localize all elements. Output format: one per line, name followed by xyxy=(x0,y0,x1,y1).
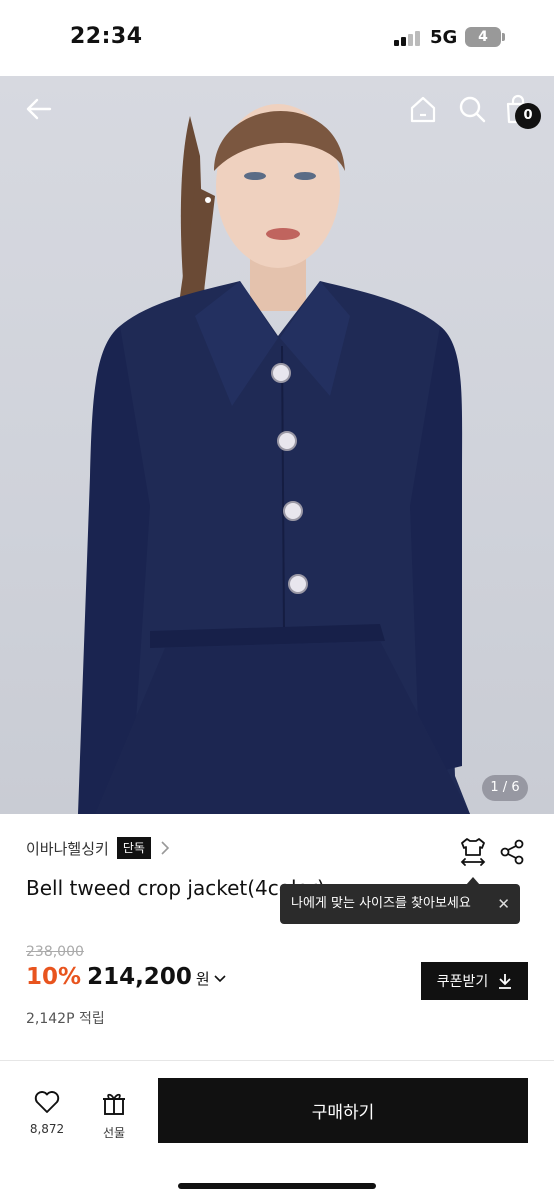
tooltip-text: 나에게 맞는 사이즈를 찾아보세요 xyxy=(291,896,471,911)
chevron-down-icon[interactable] xyxy=(214,974,226,984)
exclusive-badge: 단독 xyxy=(116,837,151,859)
size-guide-icon[interactable] xyxy=(458,836,488,868)
like-button[interactable]: 8,872 xyxy=(22,1090,72,1138)
brand-row[interactable]: 이바나헬싱키 단독 xyxy=(26,836,171,860)
coupon-label: 쿠폰받기 xyxy=(436,974,489,990)
brand-name[interactable]: 이바나헬싱키 xyxy=(26,838,109,859)
back-arrow-icon[interactable] xyxy=(24,94,54,124)
price-row: 10% 214,200 원 xyxy=(26,964,226,998)
image-page-counter: 1 / 6 xyxy=(482,775,528,801)
size-tooltip: 나에게 맞는 사이즈를 찾아보세요 ✕ xyxy=(280,884,520,924)
network-type: 5G xyxy=(430,27,458,48)
close-icon[interactable]: ✕ xyxy=(497,884,510,924)
buy-button[interactable]: 구매하기 xyxy=(158,1078,528,1143)
battery-icon: 4 xyxy=(465,27,501,47)
status-bar: 22:34 5G 4 xyxy=(0,0,554,76)
reward-points: 2,142P 적립 xyxy=(26,1011,105,1027)
gift-button[interactable]: 선물 xyxy=(92,1090,136,1140)
download-icon xyxy=(499,974,512,989)
model-illustration xyxy=(78,104,470,814)
home-icon[interactable] xyxy=(408,94,438,124)
discount-rate: 10% xyxy=(26,964,82,990)
product-image[interactable] xyxy=(0,76,554,814)
top-navigation xyxy=(0,76,554,142)
status-time: 22:34 xyxy=(70,24,143,49)
like-count: 8,872 xyxy=(29,1122,65,1136)
signal-icon xyxy=(394,30,422,46)
coupon-button[interactable]: 쿠폰받기 xyxy=(421,962,528,1000)
search-icon[interactable] xyxy=(457,94,487,124)
gift-label: 선물 xyxy=(102,1126,126,1140)
currency-label: 원 xyxy=(195,970,210,988)
heart-icon xyxy=(34,1091,60,1113)
gift-icon xyxy=(103,1093,125,1115)
original-price: 238,000 xyxy=(26,944,84,960)
sale-price: 214,200 xyxy=(87,964,192,990)
home-indicator xyxy=(178,1183,376,1189)
cart-count-badge[interactable]: 0 xyxy=(515,103,541,129)
chevron-right-icon[interactable] xyxy=(159,840,171,856)
battery-tip xyxy=(502,33,505,41)
share-icon[interactable] xyxy=(499,838,525,866)
